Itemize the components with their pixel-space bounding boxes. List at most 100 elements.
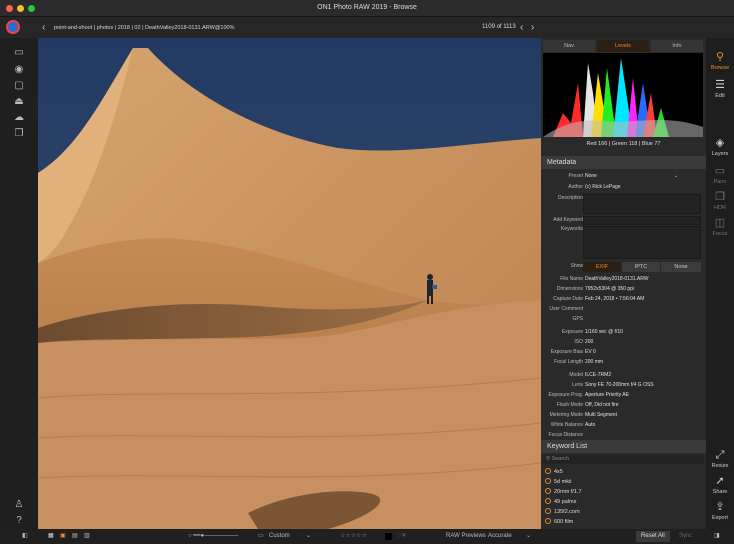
resize-button[interactable]: ⤢ Resize <box>706 450 734 470</box>
add-keyword-field[interactable] <box>583 216 701 225</box>
pano-button[interactable]: ▭ Pano <box>706 166 734 186</box>
focus-icon: ◫ <box>714 217 726 229</box>
description-field[interactable] <box>583 194 701 214</box>
share-button[interactable]: ➚ Share <box>706 476 734 496</box>
sort-select[interactable]: Custom <box>269 531 290 542</box>
next-image-icon[interactable]: › <box>531 22 534 33</box>
title-bar: ON1 Photo RAW 2019 - Browse <box>0 0 734 17</box>
show-exif-button[interactable]: EXIF <box>583 262 621 272</box>
exif-row: Exposure Prog. Aperture Priority AE <box>541 391 706 400</box>
exif-value: Auto <box>585 422 596 428</box>
exif-row: Flash Mode Off, Did not fire <box>541 401 706 410</box>
keyword-circle-icon <box>545 518 551 524</box>
exif-row: GPS <box>541 315 706 324</box>
keyword-item[interactable]: 5d mkii <box>545 478 571 485</box>
keyword-item[interactable]: 49 palms <box>545 498 576 505</box>
compare-view-icon[interactable]: ▥ <box>84 531 90 542</box>
preset-select[interactable]: None <box>585 172 597 181</box>
right-panel-toggle-icon[interactable]: ◨ <box>714 531 720 542</box>
star-rating[interactable]: ☆☆☆☆☆ <box>340 531 367 542</box>
reset-all-button[interactable]: Reset All <box>636 531 670 542</box>
exif-row: Dimensions 7952x5304 @ 350 ppi <box>541 285 706 294</box>
folder-icon[interactable]: ▢ <box>13 81 25 91</box>
detail-view-icon[interactable]: ▣ <box>60 531 66 542</box>
breadcrumb[interactable]: point-and-shoot | photos | 2018 | 02 | D… <box>54 25 235 31</box>
tab-info[interactable]: Info <box>651 40 703 52</box>
author-label: Author <box>568 184 583 190</box>
tab-nav[interactable]: Nav <box>543 40 595 52</box>
filmstrip-view-icon[interactable]: ▤ <box>72 531 78 542</box>
help-icon[interactable]: ? <box>13 516 25 526</box>
cloud-icon[interactable]: ☁ <box>13 113 25 123</box>
exif-row: User Comment <box>541 305 706 314</box>
mode-bar: ⚲ Browse ☰ Edit ◈ Layers ▭ Pano ❐ HDR ◫ Focus … <box>706 38 734 529</box>
exif-row: White Balance Auto <box>541 421 706 430</box>
thumbnail-size-slider[interactable]: ○ ━━●──────── <box>188 531 238 542</box>
exif-value: 7952x5304 @ 350 ppi <box>585 286 635 292</box>
focus-button[interactable]: ◫ Focus <box>706 217 734 238</box>
exif-row: Capture Date Feb 24, 2018 • 7:56:04 AM <box>541 295 706 304</box>
photo-preview[interactable] <box>38 38 541 529</box>
keyword-label: 5d mkii <box>554 479 572 485</box>
exif-label: File Name <box>560 276 583 282</box>
drive-icon[interactable]: ⏏ <box>13 97 25 107</box>
back-arrow-icon[interactable]: ‹ <box>42 22 45 33</box>
camera-icon[interactable]: ◉ <box>13 65 25 75</box>
exif-value: 200 <box>585 339 594 345</box>
chevron-down-icon[interactable]: ⌄ <box>674 172 678 181</box>
computer-icon[interactable]: ▭ <box>13 48 25 58</box>
grid-view-icon[interactable]: ▦ <box>48 531 54 542</box>
exif-value: Aperture Priority AE <box>585 392 629 398</box>
author-field[interactable]: (c) Rick LePage <box>585 183 621 192</box>
show-none-button[interactable]: None <box>661 262 701 272</box>
exif-row: Metering Mode Multi Segment <box>541 411 706 420</box>
exif-value: EV 0 <box>585 349 596 355</box>
export-button[interactable]: ⇪ Export <box>706 502 734 522</box>
raw-previews-label: RAW Previews <box>446 533 486 539</box>
exif-value: Feb 24, 2018 • 7:56:04 AM <box>585 296 645 302</box>
keyword-item[interactable]: 600 film <box>545 518 573 525</box>
focus-label: Focus <box>712 231 728 237</box>
raw-previews-select[interactable]: Accurate <box>488 531 512 542</box>
exif-row: Focus Distance <box>541 431 706 440</box>
keyword-item[interactable]: 20mm f/1.7 <box>545 488 582 495</box>
hdr-button[interactable]: ❐ HDR <box>706 192 734 212</box>
keyword-item[interactable]: 4x5 <box>545 468 563 475</box>
show-iptc-button[interactable]: IPTC <box>622 262 660 272</box>
albums-icon[interactable]: ❐ <box>13 129 25 139</box>
edit-mode-button[interactable]: ☰ Edit <box>706 79 734 100</box>
exif-label: Exposure Prog. <box>548 392 583 398</box>
exif-row: File Name DeathValley2018-0131.ARW <box>541 275 706 284</box>
keyword-circle-icon <box>545 468 551 474</box>
exif-value: 1/160 sec @ f/10 <box>585 329 623 335</box>
exif-value: Off, Did not fire <box>585 402 619 408</box>
exif-label: Flash Mode <box>556 402 583 408</box>
breadcrumb-bar: ‹ point-and-shoot | photos | 2018 | 02 |… <box>0 17 734 38</box>
app-logo-icon[interactable] <box>6 20 20 34</box>
sort-icon[interactable]: ▭ <box>258 531 264 542</box>
bottom-bar: ◧ ▦ ▣ ▤ ▥ ○ ━━●──────── ▭ Custom ⌄ ☆☆☆☆☆… <box>0 529 734 544</box>
keyword-search-input[interactable]: ⚲ Search <box>543 455 704 464</box>
tab-levels[interactable]: Levels <box>597 40 649 52</box>
keyword-item[interactable]: 135f2.com <box>545 508 580 515</box>
color-label-swatch[interactable] <box>385 533 392 540</box>
metadata-section-header[interactable]: Metadata <box>541 156 706 169</box>
sort-chevron-icon[interactable]: ⌄ <box>306 531 311 542</box>
people-icon[interactable]: ♙ <box>13 500 25 510</box>
sync-button[interactable]: Sync <box>679 531 692 542</box>
exif-label: GPS <box>572 316 583 322</box>
previous-image-icon[interactable]: ‹ <box>520 22 523 33</box>
keyword-circle-icon <box>545 488 551 494</box>
exif-row: Lens Sony FE 70-200mm f/4 G OSS <box>541 381 706 390</box>
like-icon[interactable]: ♡✕ <box>396 531 406 542</box>
exif-row: Exposure 1/160 sec @ f/10 <box>541 328 706 337</box>
panel-toggle-icon[interactable]: ◧ <box>22 531 28 542</box>
info-panel: Nav Levels Info Red 166 | Green 118 | Bl… <box>541 38 706 529</box>
keyword-list-header[interactable]: Keyword List <box>541 440 706 453</box>
layers-button[interactable]: ◈ Layers <box>706 138 734 158</box>
keywords-field[interactable] <box>583 226 701 259</box>
edit-sliders-icon: ☰ <box>715 79 725 91</box>
layers-label: Layers <box>711 151 729 157</box>
raw-previews-chevron-icon[interactable]: ⌄ <box>526 531 531 542</box>
browse-mode-button[interactable]: ⚲ Browse <box>706 52 734 72</box>
